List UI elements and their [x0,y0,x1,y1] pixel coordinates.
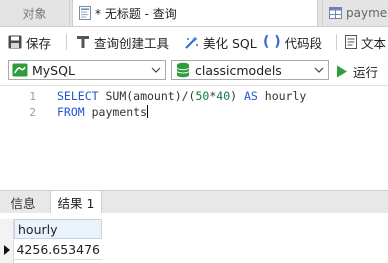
tab-info[interactable]: 信息 [0,191,46,213]
grid-icon [329,7,342,19]
run-icon [337,65,347,77]
database-select-value: classicmodels [195,62,282,78]
text-caret [147,105,148,118]
toolbar: 保存 查询创建工具 美化 SQL ( ) 代码段 文本 [0,27,388,57]
run-button[interactable]: 运行 [336,60,378,82]
save-label: 保存 [26,35,52,51]
text-icon [345,35,357,49]
table-cell[interactable]: 4256.653476 [14,240,102,260]
database-select[interactable]: classicmodels [171,60,329,80]
cell-value: 4256.653476 [16,242,100,257]
tab-query[interactable]: * 无标题 - 查询 [72,0,318,26]
code-line-2: FROM payments [57,105,147,119]
save-icon [8,35,22,49]
result-tabs: 信息 结果 1 [0,190,388,214]
line-number: 1 [29,90,36,103]
run-label: 运行 [353,64,379,80]
code-snippet-button[interactable]: ( ) 代码段 [263,27,322,57]
result-grid: hourly 4256.653476 [0,213,388,263]
code-sum-expression: SUM(amount)/( [98,89,196,103]
current-row-pointer-icon [4,245,10,255]
tab-objects[interactable]: 对象 [0,0,70,26]
code-close-paren: ) [230,89,244,103]
code-line-1: SELECT SUM(amount)/(50*40) AS hourly [57,89,306,103]
save-button[interactable]: 保存 [8,27,51,57]
code-snippet-icon: ( ) [263,34,281,50]
chevron-down-icon [314,67,324,73]
query-builder-icon [77,36,89,48]
column-header-label: hourly [18,221,58,237]
keyword-from: FROM [57,105,85,119]
tab-query-label: * 无标题 - 查询 [95,6,177,21]
line-number: 2 [29,106,36,119]
sql-editor[interactable]: 1 2 SELECT SUM(amount)/(50*40) AS hourly… [0,86,388,190]
tab-payments-label: paymen [346,6,388,20]
tab-bar: 对象 * 无标题 - 查询 paymen [0,0,388,27]
beautify-icon [185,35,198,49]
number-literal: 50 [195,89,210,103]
tab-payments[interactable]: paymen [322,0,388,26]
mysql-icon [12,63,28,77]
tab-result-label: 结果 1 [57,196,95,211]
text-label: 文本 [361,35,387,51]
row-selector-gutter [0,219,14,263]
toolbar-divider [66,34,67,50]
table-name: payments [84,105,148,119]
query-tab-icon [79,6,91,20]
text-button[interactable]: 文本 [345,27,386,57]
toolbar-divider [336,34,337,50]
chevron-down-icon [151,67,161,73]
beautify-sql-button[interactable]: 美化 SQL [184,27,257,57]
connection-bar: MySQL classicmodels 运行 [0,57,388,86]
keyword-select: SELECT [57,89,99,103]
query-builder-button[interactable]: 查询创建工具 [76,27,169,57]
beautify-sql-label: 美化 SQL [203,35,257,51]
number-literal: 40 [216,89,231,103]
tab-info-label: 信息 [10,195,36,211]
column-header-hourly[interactable]: hourly [14,219,102,239]
keyword-as: AS [244,89,258,103]
query-builder-label: 查询创建工具 [94,35,170,51]
connection-select[interactable]: MySQL [8,60,166,80]
column-alias: hourly [257,89,307,103]
tab-objects-label: 对象 [22,6,47,21]
tab-result-1[interactable]: 结果 1 [50,191,102,214]
code-snippet-label: 代码段 [284,35,323,51]
database-icon [176,62,190,78]
connection-select-value: MySQL [32,62,75,78]
